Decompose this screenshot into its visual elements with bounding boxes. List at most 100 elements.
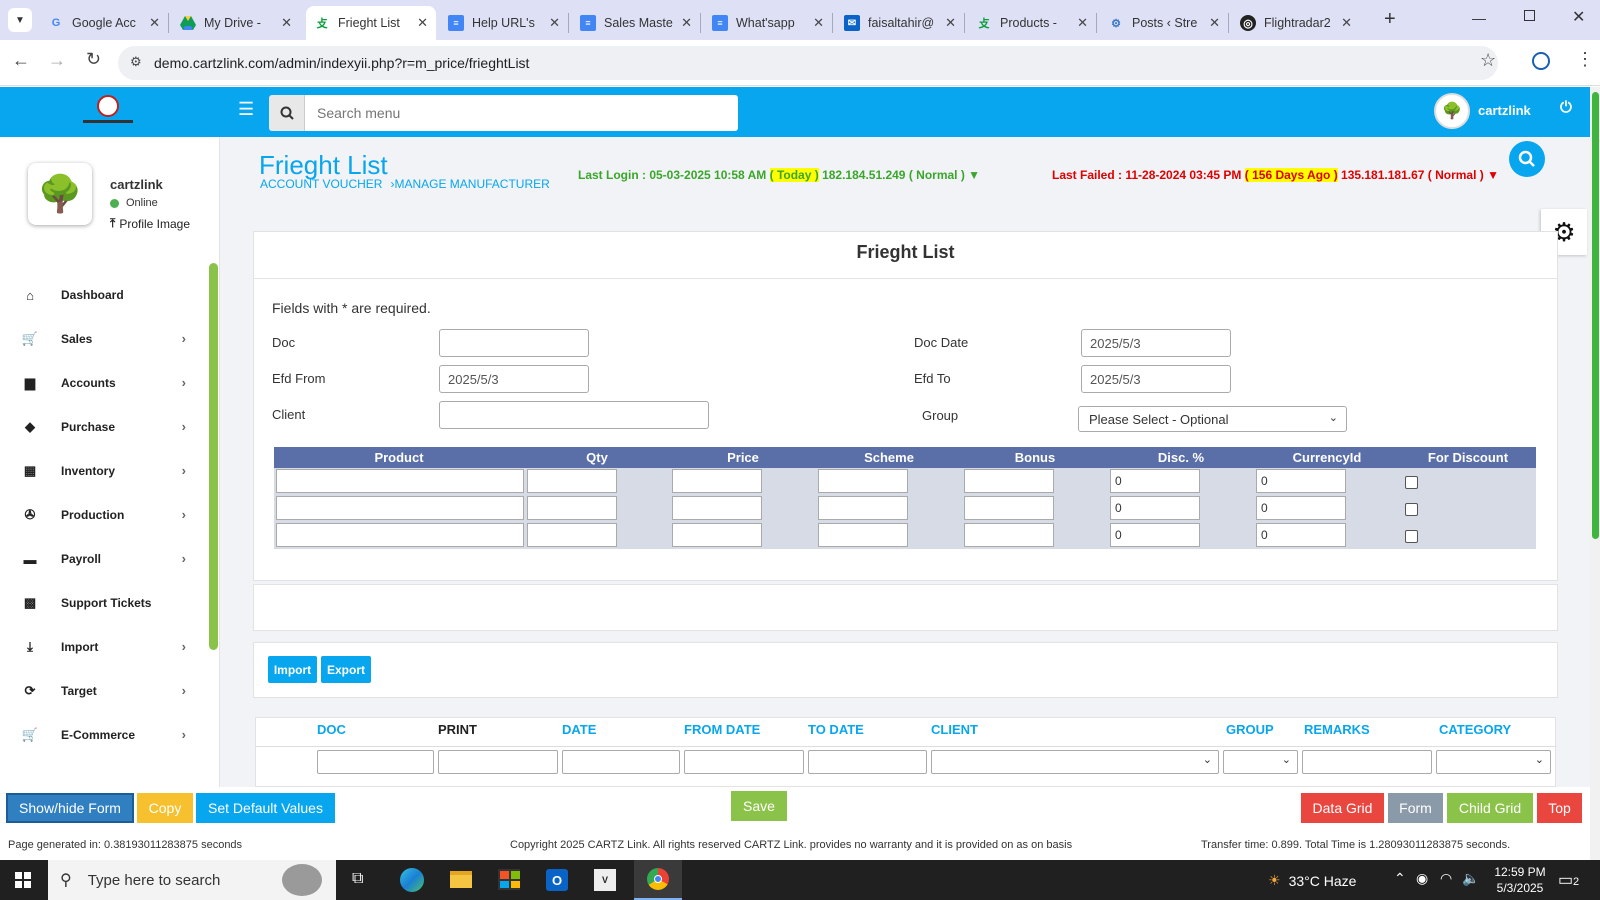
price-cell[interactable] xyxy=(672,523,762,547)
weather-widget[interactable]: ☀ 33°C Haze xyxy=(1268,872,1356,889)
list-col-doc[interactable]: DOC xyxy=(317,722,346,737)
filter-remarks-input[interactable] xyxy=(1302,750,1432,774)
outlook-icon[interactable]: O xyxy=(546,869,568,891)
export-button[interactable]: Export xyxy=(321,656,371,683)
filter-to-date-input[interactable] xyxy=(808,750,927,774)
efd-from-input[interactable] xyxy=(439,365,589,393)
chrome-taskbar-button[interactable] xyxy=(634,860,682,900)
import-button[interactable]: Import xyxy=(268,656,317,683)
form-button[interactable]: Form xyxy=(1388,793,1443,823)
forward-icon[interactable]: → xyxy=(48,50,66,71)
scheme-cell[interactable] xyxy=(818,469,908,493)
notification-center-icon[interactable]: ▭ xyxy=(1558,870,1573,890)
show-hide-form-button[interactable]: Show/hide Form xyxy=(6,793,134,823)
scheme-cell[interactable] xyxy=(818,496,908,520)
close-icon[interactable]: ✕ xyxy=(813,15,824,31)
file-explorer-icon[interactable] xyxy=(450,871,472,888)
sidebar-item-target[interactable]: ⟳ Target › xyxy=(0,677,200,705)
child-grid-button[interactable]: Child Grid xyxy=(1447,793,1533,823)
sidebar-item-import[interactable]: ⤓ Import › xyxy=(0,633,200,661)
tab-whatsapp[interactable]: ≡ What'sapp ✕ xyxy=(704,6,832,40)
filter-group-select[interactable]: ⌄ xyxy=(1223,750,1298,774)
vnc-icon[interactable]: V xyxy=(594,869,616,891)
product-cell[interactable] xyxy=(276,523,524,547)
minimize-icon[interactable]: — xyxy=(1472,10,1486,26)
for-discount-checkbox[interactable] xyxy=(1405,503,1418,516)
back-icon[interactable]: ← xyxy=(12,50,30,71)
volume-icon[interactable]: 🔈 xyxy=(1462,870,1479,887)
list-col-date[interactable]: DATE xyxy=(562,722,596,737)
window-close-icon[interactable]: ✕ xyxy=(1572,7,1585,27)
for-discount-checkbox[interactable] xyxy=(1405,476,1418,489)
taskbar-search-box[interactable]: ⚲ Type here to search xyxy=(48,860,336,900)
filter-from-date-input[interactable] xyxy=(684,750,804,774)
tab-flightradar[interactable]: ◎ Flightradar2 ✕ xyxy=(1232,6,1360,40)
tab-google-account[interactable]: G Google Acc ✕ xyxy=(40,6,168,40)
product-cell[interactable] xyxy=(276,496,524,520)
tab-products[interactable]: ⽁ Products - ✕ xyxy=(968,6,1096,40)
efd-to-input[interactable] xyxy=(1081,365,1231,393)
qty-cell[interactable] xyxy=(527,523,617,547)
currency-cell[interactable]: 0 xyxy=(1256,523,1346,547)
wifi-icon[interactable]: ◠ xyxy=(1440,870,1452,887)
close-icon[interactable]: ✕ xyxy=(281,15,292,31)
tab-my-drive[interactable]: My Drive - ✕ xyxy=(172,6,300,40)
list-col-client[interactable]: CLIENT xyxy=(931,722,978,737)
disc-cell[interactable]: 0 xyxy=(1110,523,1200,547)
price-cell[interactable] xyxy=(672,469,762,493)
sidebar-item-inventory[interactable]: ▦ Inventory › xyxy=(0,457,200,485)
list-col-group[interactable]: GROUP xyxy=(1226,722,1274,737)
tray-record-icon[interactable]: ◉ xyxy=(1416,870,1428,887)
url-field[interactable]: ⚙ demo.cartzlink.com/admin/indexyii.php?… xyxy=(118,46,1498,80)
sidebar-item-payroll[interactable]: ▬ Payroll › xyxy=(0,545,200,573)
qty-cell[interactable] xyxy=(527,469,617,493)
tab-mail[interactable]: ✉ faisaltahir@ ✕ xyxy=(836,6,964,40)
tab-frieght-list[interactable]: ⽁ Frieght List ✕ xyxy=(306,6,436,40)
profile-icon[interactable] xyxy=(1532,52,1550,70)
floating-search-button[interactable] xyxy=(1509,141,1545,177)
sidebar-item-production[interactable]: ✇ Production › xyxy=(0,501,200,529)
search-icon[interactable] xyxy=(269,95,305,131)
tab-help-urls[interactable]: ≡ Help URL's ✕ xyxy=(440,6,568,40)
browser-menu-icon[interactable]: ⋮ xyxy=(1576,49,1594,70)
reload-icon[interactable]: ↻ xyxy=(86,49,101,70)
copy-button[interactable]: Copy xyxy=(137,793,193,823)
tab-sales-master[interactable]: ≡ Sales Maste ✕ xyxy=(572,6,700,40)
list-col-category[interactable]: CATEGORY xyxy=(1439,722,1511,737)
sidebar-item-purchase[interactable]: ◆ Purchase › xyxy=(0,413,200,441)
sidebar-item-e-commerce[interactable]: 🛒 E-Commerce › xyxy=(0,721,200,749)
close-icon[interactable]: ✕ xyxy=(1209,15,1220,31)
close-icon[interactable]: ✕ xyxy=(549,15,560,31)
qty-cell[interactable] xyxy=(527,496,617,520)
top-button[interactable]: Top xyxy=(1537,793,1582,823)
bookmark-star-icon[interactable]: ☆ xyxy=(1480,50,1496,71)
clock[interactable]: 12:59 PM 5/3/2025 xyxy=(1490,864,1550,896)
sidebar-scrollbar[interactable] xyxy=(209,263,218,650)
sidebar-item-accounts[interactable]: ▆ Accounts › xyxy=(0,369,200,397)
store-icon[interactable] xyxy=(498,869,520,890)
new-tab-icon[interactable]: + xyxy=(1384,8,1396,31)
close-icon[interactable]: ✕ xyxy=(681,15,692,31)
doc-input[interactable] xyxy=(439,329,589,357)
tab-posts[interactable]: ⚙ Posts ‹ Stre ✕ xyxy=(1100,6,1228,40)
page-scrollbar-thumb[interactable] xyxy=(1592,92,1599,539)
data-grid-button[interactable]: Data Grid xyxy=(1301,793,1384,823)
windows-start-icon[interactable] xyxy=(15,872,31,888)
breadcrumb-manage-manufacturer[interactable]: ›MANAGE MANUFACTURER xyxy=(390,177,549,191)
breadcrumb-account-voucher[interactable]: ACCOUNT VOUCHER xyxy=(260,177,382,191)
bonus-cell[interactable] xyxy=(964,469,1054,493)
for-discount-checkbox[interactable] xyxy=(1405,530,1418,543)
task-view-icon[interactable]: ⧉ xyxy=(352,870,363,888)
sidebar-item-support-tickets[interactable]: ▩ Support Tickets xyxy=(0,589,200,617)
power-icon[interactable]: ⏻ xyxy=(1560,99,1572,116)
profile-image-link[interactable]: ⤒ Profile Image xyxy=(110,216,190,231)
price-cell[interactable] xyxy=(672,496,762,520)
edge-icon[interactable] xyxy=(400,868,424,892)
filter-client-select[interactable]: ⌄ xyxy=(931,750,1219,774)
header-username[interactable]: cartzlink xyxy=(1478,103,1531,118)
search-menu-input[interactable] xyxy=(305,95,738,131)
list-col-to-date[interactable]: TO DATE xyxy=(808,722,864,737)
sidebar-item-sales[interactable]: 🛒 Sales › xyxy=(0,325,200,353)
set-default-values-button[interactable]: Set Default Values xyxy=(196,793,335,823)
currency-cell[interactable]: 0 xyxy=(1256,469,1346,493)
